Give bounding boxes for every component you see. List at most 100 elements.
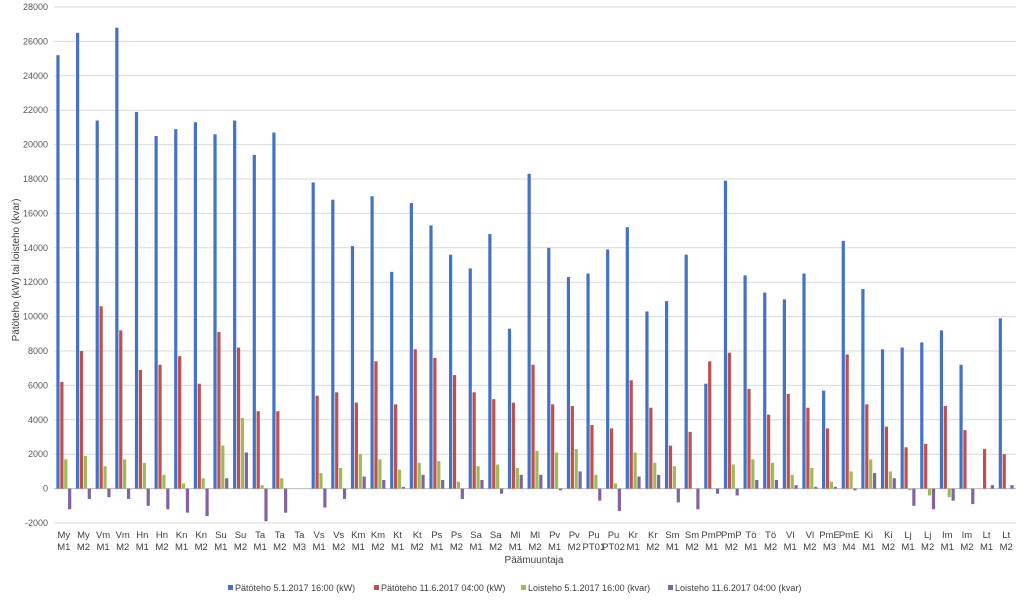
y-tick-label: 10000 bbox=[23, 312, 48, 322]
category-label-line1: Ki bbox=[865, 530, 873, 541]
bar-series-2 bbox=[590, 424, 594, 489]
bar-series-4 bbox=[185, 488, 190, 513]
category-label-line1: Sm bbox=[685, 530, 699, 541]
bar-series-2 bbox=[315, 395, 319, 489]
bar-series-2 bbox=[845, 354, 849, 489]
bar-series-4 bbox=[676, 488, 680, 503]
category-label-line2: M1 bbox=[901, 542, 914, 553]
bar-series-1 bbox=[370, 196, 374, 489]
bar-series-2 bbox=[727, 352, 731, 489]
bar-series-4 bbox=[146, 488, 150, 506]
bar-series-1 bbox=[272, 132, 276, 489]
bar-series-4 bbox=[539, 474, 543, 489]
legend-label: Pätöteho 5.1.2017 16:00 (kW) bbox=[235, 583, 355, 593]
bar-series-1 bbox=[311, 182, 315, 489]
bar-series-3 bbox=[476, 466, 480, 489]
category-label-line1: Pu bbox=[608, 530, 620, 541]
category-label-line2: M4 bbox=[843, 542, 856, 553]
category-label-line1: Su bbox=[215, 530, 227, 541]
y-tick-label: 6000 bbox=[28, 380, 48, 390]
category-labels: MyM1MyM2VmM1VmM2HnM1HnM2KnM1KnM2SuM1SuM2… bbox=[57, 530, 1013, 553]
bar-series-1 bbox=[390, 271, 394, 489]
y-tick-label: 24000 bbox=[23, 71, 48, 81]
bar-series-2 bbox=[236, 347, 241, 489]
category-label-line2: M2 bbox=[234, 542, 247, 553]
category-label-line1: PmE bbox=[819, 530, 840, 541]
category-label-line2: M1 bbox=[627, 542, 640, 553]
category-label-line2: M2 bbox=[1000, 542, 1013, 553]
category-label-line1: Kt bbox=[413, 530, 422, 541]
category-label-line1: Ta bbox=[255, 530, 266, 541]
category-label-line2: M2 bbox=[764, 542, 777, 553]
category-label-line2: M1 bbox=[312, 542, 325, 553]
bar-series-3 bbox=[496, 464, 500, 489]
legend-swatch bbox=[521, 585, 526, 590]
bar-series-1 bbox=[331, 199, 335, 489]
y-tick-label: 26000 bbox=[23, 36, 48, 46]
bar-series-1 bbox=[193, 122, 197, 489]
category-label-line1: Ps bbox=[431, 530, 442, 541]
category-label-line1: Sm bbox=[665, 530, 679, 541]
category-label-line1: Vl bbox=[786, 530, 794, 541]
category-label-line2: M2 bbox=[450, 542, 463, 553]
y-tick-label: 20000 bbox=[23, 140, 48, 150]
bar-series-3 bbox=[280, 478, 284, 489]
category-label-line1: Lj bbox=[924, 530, 931, 541]
bar-series-4 bbox=[951, 488, 955, 501]
bar-series-2 bbox=[413, 349, 417, 489]
category-label-line2: M2 bbox=[685, 542, 698, 553]
bar-series-2 bbox=[217, 332, 221, 489]
bar-series-3 bbox=[103, 466, 107, 489]
bar-series-3 bbox=[417, 462, 421, 489]
bar-series-1 bbox=[645, 311, 649, 489]
category-label-line2: M2 bbox=[921, 542, 934, 553]
category-label-line1: Kn bbox=[195, 530, 207, 541]
y-tick-label: 0 bbox=[43, 484, 48, 494]
category-label-line2: M1 bbox=[705, 542, 718, 553]
category-label-line1: Im bbox=[942, 530, 953, 541]
bar-series-1 bbox=[920, 342, 924, 489]
bar-series-2 bbox=[394, 404, 398, 489]
category-label-line2: M2 bbox=[155, 542, 168, 553]
bar-series-3 bbox=[928, 488, 932, 496]
bar-series-2 bbox=[452, 375, 457, 489]
bar-series-4 bbox=[382, 480, 386, 489]
bar-series-1 bbox=[684, 254, 688, 489]
bar-series-1 bbox=[841, 240, 845, 489]
bar-series-3 bbox=[770, 462, 775, 489]
bar-series-4 bbox=[519, 474, 523, 489]
bar-series-3 bbox=[123, 459, 127, 489]
bar-series-1 bbox=[782, 299, 786, 489]
bar-series-3 bbox=[888, 471, 892, 489]
bar-series-3 bbox=[339, 467, 343, 489]
chart-svg: -2000 0 2000 4000 6000 8000 10000 12000 14000 160… bbox=[11, 2, 1016, 593]
bar-series-2 bbox=[60, 381, 64, 489]
bar-series-2 bbox=[609, 428, 614, 489]
bar-series-2 bbox=[374, 361, 378, 489]
bar-series-3 bbox=[358, 454, 362, 489]
bar-series-2 bbox=[511, 402, 516, 489]
bar-series-1 bbox=[998, 318, 1002, 489]
bar-series-1 bbox=[350, 246, 355, 489]
y-tick-label: 12000 bbox=[23, 277, 48, 287]
bar-series-4 bbox=[244, 452, 248, 489]
bar-series-4 bbox=[362, 476, 366, 489]
bar-series-4 bbox=[617, 488, 621, 511]
category-label-line2: M2 bbox=[528, 542, 541, 553]
bar-series-1 bbox=[900, 347, 904, 489]
bar-series-2 bbox=[668, 445, 673, 489]
category-label-line2: M1 bbox=[666, 542, 679, 553]
bar-series-2 bbox=[747, 388, 751, 489]
bar-series-3 bbox=[849, 471, 853, 489]
category-label-line2: M1 bbox=[96, 542, 109, 553]
bar-series-2 bbox=[433, 357, 437, 489]
bar-series-1 bbox=[566, 277, 571, 489]
bar-series-3 bbox=[810, 467, 814, 489]
bar-series-4 bbox=[931, 488, 936, 510]
bar-series-3 bbox=[633, 452, 637, 489]
bar-series-4 bbox=[735, 488, 739, 496]
category-label-line1: Lj bbox=[904, 530, 911, 541]
bar-series-2 bbox=[786, 394, 790, 489]
category-label-line2: PT02 bbox=[602, 542, 625, 553]
bar-series-4 bbox=[441, 480, 445, 489]
